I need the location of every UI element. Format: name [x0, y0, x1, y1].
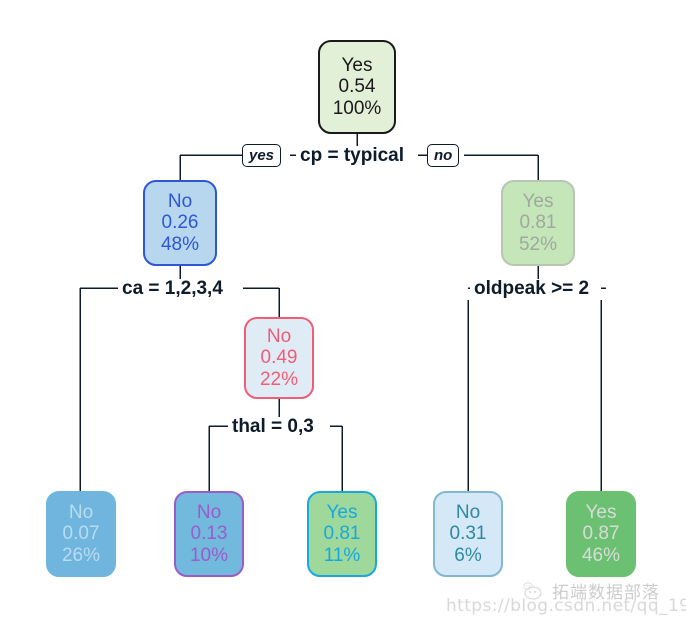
node-probability: 0.81 [519, 212, 557, 234]
node-probability: 0.31 [449, 523, 487, 545]
node-probability: 0.26 [161, 212, 199, 234]
node-class-label: No [167, 190, 193, 212]
node-percent: 11% [323, 544, 361, 566]
node-class-label: Yes [341, 54, 373, 76]
tree-node-cp-no[interactable]: Yes 0.81 52% [501, 180, 575, 266]
tree-leaf-oldpeak-no[interactable]: Yes 0.87 46% [566, 491, 636, 577]
node-class-label: Yes [522, 190, 554, 212]
node-class-label: No [68, 501, 94, 523]
tree-node-root[interactable]: Yes 0.54 100% [318, 40, 396, 134]
split-label-thal: thal = 0,3 [228, 417, 318, 436]
watermark-url-text: https://blog.csdn.net/qq_19600291 [446, 596, 686, 616]
node-percent: 48% [160, 233, 200, 255]
node-percent: 100% [332, 97, 382, 119]
node-percent: 26% [61, 544, 101, 566]
tree-leaf-thal-no[interactable]: Yes 0.81 11% [307, 491, 377, 577]
node-percent: 52% [518, 233, 558, 255]
node-probability: 0.49 [260, 347, 298, 369]
tree-leaf-ca-yes[interactable]: No 0.07 26% [46, 491, 116, 577]
node-percent: 10% [189, 544, 229, 566]
node-class-label: Yes [585, 501, 617, 523]
tree-leaf-thal-yes[interactable]: No 0.13 10% [174, 491, 244, 577]
node-class-label: No [196, 501, 222, 523]
node-class-label: No [266, 325, 292, 347]
node-class-label: Yes [326, 501, 358, 523]
node-percent: 46% [581, 544, 621, 566]
node-probability: 0.07 [62, 523, 100, 545]
tree-leaf-oldpeak-yes[interactable]: No 0.31 6% [433, 491, 503, 577]
node-percent: 6% [454, 544, 482, 566]
decision-tree-canvas: Yes 0.54 100% No 0.26 48% Yes 0.81 52% N… [0, 0, 686, 623]
tree-node-ca-no[interactable]: No 0.49 22% [244, 317, 314, 399]
tree-node-cp-yes[interactable]: No 0.26 48% [143, 180, 217, 266]
split-label-oldpeak: oldpeak >= 2 [470, 279, 594, 298]
split-label-cp: cp = typical [296, 146, 409, 165]
node-class-label: No [455, 501, 481, 523]
node-probability: 0.13 [190, 523, 228, 545]
node-probability: 0.87 [582, 523, 620, 545]
node-probability: 0.81 [323, 523, 361, 545]
split-label-ca: ca = 1,2,3,4 [118, 279, 227, 298]
edge-label-no: no [427, 144, 460, 167]
edge-label-yes: yes [242, 144, 282, 167]
node-percent: 22% [259, 368, 299, 390]
node-probability: 0.54 [338, 76, 376, 98]
